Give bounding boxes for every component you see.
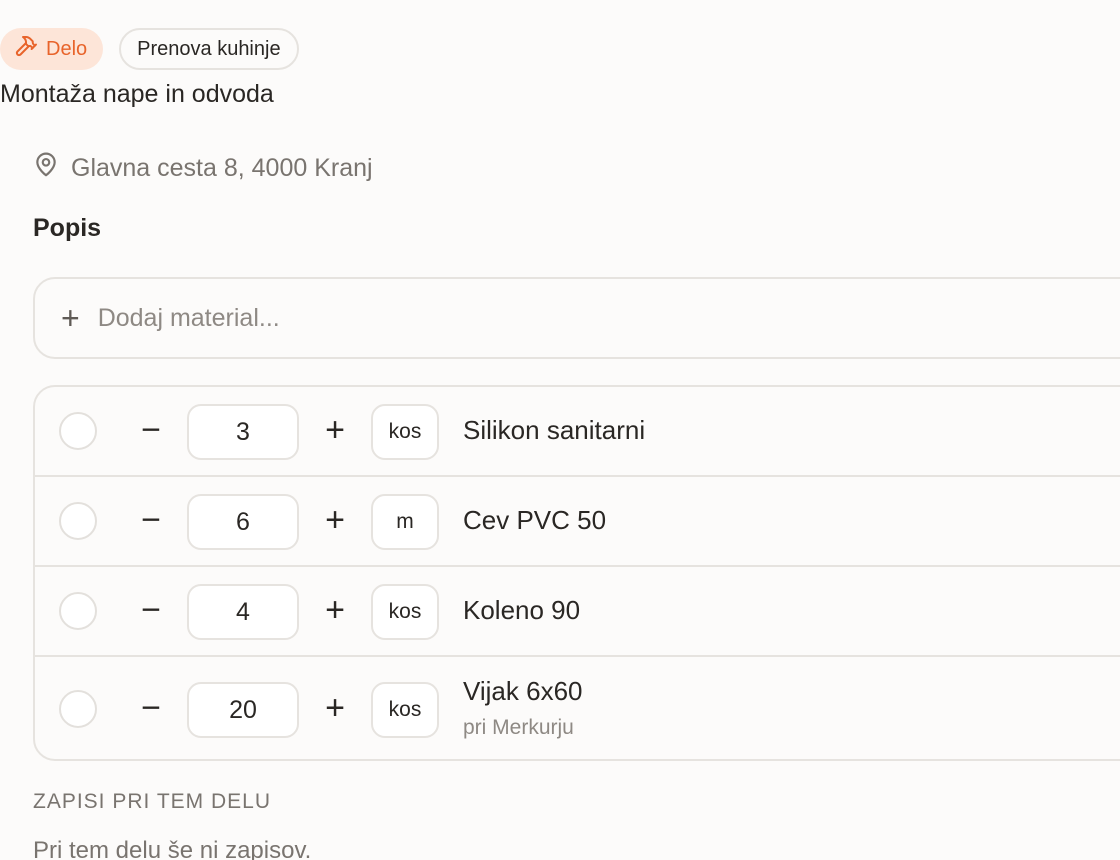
unit-selector[interactable]: kos — [371, 404, 439, 460]
work-detail-page: Delo Prenova kuhinje Montaža nape in odv… — [0, 0, 1120, 860]
decrease-qty-button[interactable]: − — [135, 503, 167, 537]
increase-qty-button[interactable]: + — [319, 691, 351, 725]
quantity-input[interactable]: 6 — [187, 494, 299, 550]
page-title: Montaža nape in odvoda — [0, 80, 274, 108]
increase-qty-button[interactable]: + — [319, 413, 351, 447]
increase-qty-button[interactable]: + — [319, 593, 351, 627]
chip-row: Delo Prenova kuhinje — [0, 28, 299, 70]
material-row: − 6 + m Cev PVC 50 — [35, 477, 1120, 567]
quantity-input[interactable]: 20 — [187, 682, 299, 738]
unit-selector[interactable]: kos — [371, 584, 439, 640]
notes-empty-state: Pri tem delu še ni zapisov. — [33, 837, 312, 860]
add-material-placeholder: Dodaj material... — [97, 303, 280, 332]
materials-list: − 3 + kos Silikon sanitarni − 6 + m Cev … — [33, 385, 1120, 761]
description-heading: Popis — [33, 214, 102, 242]
quantity-input[interactable]: 4 — [187, 584, 299, 640]
hammer-icon — [14, 34, 38, 64]
notes-heading: ZAPISI PRI TEM DELU — [33, 790, 271, 813]
unit-selector[interactable]: kos — [371, 682, 439, 738]
work-type-label: Delo — [46, 37, 88, 60]
material-note: pri Merkurju — [463, 716, 574, 739]
work-type-chip[interactable]: Delo — [0, 28, 104, 70]
address-text: Glavna cesta 8, 4000 Kranj — [71, 154, 373, 182]
material-row: − 4 + kos Koleno 90 — [35, 567, 1120, 657]
material-checkbox[interactable] — [59, 412, 97, 450]
project-chip[interactable]: Prenova kuhinje — [119, 28, 299, 70]
material-row: − 20 + kos Vijak 6x60 pri Merkurju — [35, 657, 1120, 759]
address-line[interactable]: Glavna cesta 8, 4000 Kranj — [33, 150, 373, 187]
material-name[interactable]: Cev PVC 50 — [463, 505, 606, 536]
unit-selector[interactable]: m — [371, 494, 439, 550]
location-pin-icon — [33, 150, 59, 187]
quantity-input[interactable]: 3 — [187, 404, 299, 460]
material-checkbox[interactable] — [59, 690, 97, 728]
add-material-input[interactable]: + Dodaj material... — [33, 277, 1120, 359]
increase-qty-button[interactable]: + — [319, 503, 351, 537]
material-name[interactable]: Silikon sanitarni — [463, 415, 645, 446]
material-checkbox[interactable] — [59, 592, 97, 630]
material-name[interactable]: Vijak 6x60 — [463, 676, 583, 707]
material-checkbox[interactable] — [59, 502, 97, 540]
material-row: − 3 + kos Silikon sanitarni — [35, 387, 1120, 477]
decrease-qty-button[interactable]: − — [135, 593, 167, 627]
decrease-qty-button[interactable]: − — [135, 413, 167, 447]
decrease-qty-button[interactable]: − — [135, 691, 167, 725]
material-name[interactable]: Koleno 90 — [463, 595, 580, 626]
plus-icon: + — [61, 300, 80, 336]
